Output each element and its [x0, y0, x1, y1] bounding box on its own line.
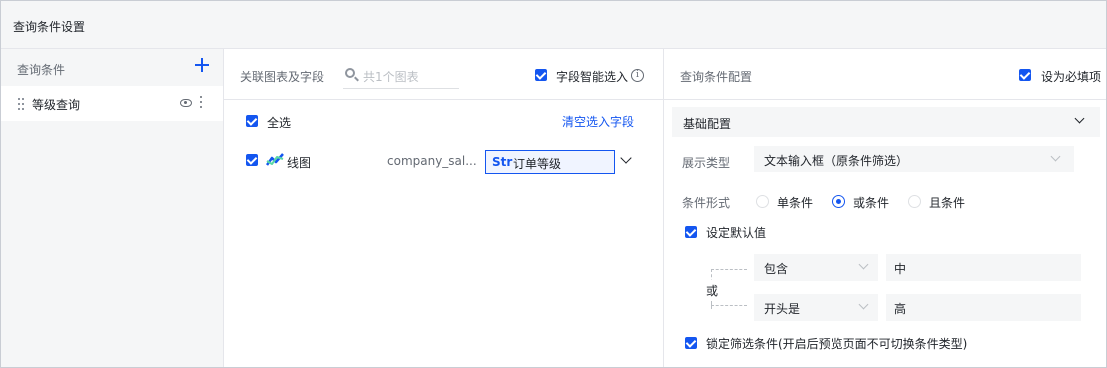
required-label: 设为必填项 — [1041, 70, 1102, 84]
condition-value-input-1[interactable]: 中 — [886, 254, 1081, 281]
display-type-value: 文本输入框（原条件筛选） — [764, 154, 909, 168]
condition-value: 高 — [894, 302, 907, 316]
radio-and-label: 且条件 — [929, 196, 966, 210]
config-header: 查询条件配置 — [680, 70, 753, 84]
chevron-down-icon[interactable] — [620, 152, 632, 164]
search-placeholder: 共1个图表 — [363, 70, 419, 84]
chart-table-name: company_sal... — [387, 154, 477, 168]
default-value-checkbox[interactable] — [685, 226, 697, 238]
logic-or-label: 或 — [706, 280, 719, 301]
condition-config-panel: 查询条件配置 设为必填项 基础配置 展示类型 文本输入框（原条件筛选） 条件形式… — [664, 49, 1106, 367]
select-all-checkbox[interactable] — [246, 115, 258, 127]
required-checkbox[interactable] — [1019, 69, 1031, 81]
chevron-down-icon — [858, 259, 869, 270]
condition-item-label: 等级查询 — [32, 98, 81, 112]
condition-form-label: 条件形式 — [682, 196, 731, 210]
radio-single[interactable] — [756, 195, 769, 208]
operator-value: 开头是 — [764, 302, 801, 316]
drag-handle-icon[interactable] — [18, 98, 24, 110]
dialog-title: 查询条件设置 — [13, 20, 86, 34]
radio-and[interactable] — [908, 195, 921, 208]
radio-or-label: 或条件 — [853, 196, 890, 210]
chart-name: 线图 — [287, 156, 312, 170]
info-icon[interactable]: i — [631, 69, 644, 82]
divider — [664, 99, 1106, 100]
title-bar: 查询条件设置 — [1, 1, 1106, 49]
lock-filter-checkbox[interactable] — [685, 337, 697, 349]
chevron-down-icon — [1050, 151, 1061, 162]
default-value-label: 设定默认值 — [706, 226, 767, 240]
smart-select-checkbox[interactable] — [535, 69, 547, 81]
section-title: 基础配置 — [683, 117, 732, 131]
condition-list-item[interactable]: 等级查询 — [1, 86, 223, 121]
chevron-down-icon — [858, 299, 869, 310]
more-vertical-icon[interactable] — [199, 96, 203, 110]
condition-value-input-2[interactable]: 高 — [886, 294, 1081, 321]
line-chart-icon — [266, 153, 284, 166]
string-type-tag: Str — [492, 155, 513, 169]
condition-value: 中 — [894, 262, 907, 276]
radio-or[interactable] — [832, 195, 845, 208]
display-type-label: 展示类型 — [682, 156, 731, 170]
condition-list-header: 查询条件 — [17, 63, 66, 77]
condition-list-panel: 查询条件 等级查询 — [1, 49, 224, 367]
linked-field-name: 订单等级 — [513, 157, 562, 171]
chart-checkbox[interactable] — [246, 154, 258, 166]
divider — [224, 99, 663, 100]
lock-filter-label: 锁定筛选条件(开启后预览页面不可切换条件类型) — [706, 337, 968, 351]
chart-search-input[interactable]: 共1个图表 — [343, 63, 459, 89]
linked-field-select[interactable]: Str 订单等级 — [485, 150, 615, 174]
smart-select-label: 字段智能选入 — [556, 70, 629, 84]
operator-value: 包含 — [764, 262, 789, 276]
chevron-down-icon[interactable] — [1074, 113, 1085, 124]
visibility-eye-icon[interactable] — [180, 99, 192, 107]
select-all-label: 全选 — [267, 116, 292, 130]
radio-single-label: 单条件 — [777, 196, 814, 210]
query-condition-dialog: 查询条件设置 查询条件 等级查询 关联图表及字段 共1个图表 字段智能选入 i — [0, 0, 1107, 368]
clear-fields-link[interactable]: 清空选入字段 — [562, 113, 634, 130]
operator-select-2[interactable]: 开头是 — [754, 294, 878, 321]
basic-config-section[interactable]: 基础配置 — [672, 107, 1100, 137]
linked-charts-panel: 关联图表及字段 共1个图表 字段智能选入 i 全选 清空选入字段 线图 comp… — [224, 49, 664, 367]
operator-select-1[interactable]: 包含 — [754, 254, 878, 281]
add-condition-icon[interactable] — [194, 57, 210, 73]
display-type-select[interactable]: 文本输入框（原条件筛选） — [754, 146, 1074, 172]
linked-charts-header: 关联图表及字段 — [240, 70, 325, 84]
search-icon — [345, 68, 355, 78]
